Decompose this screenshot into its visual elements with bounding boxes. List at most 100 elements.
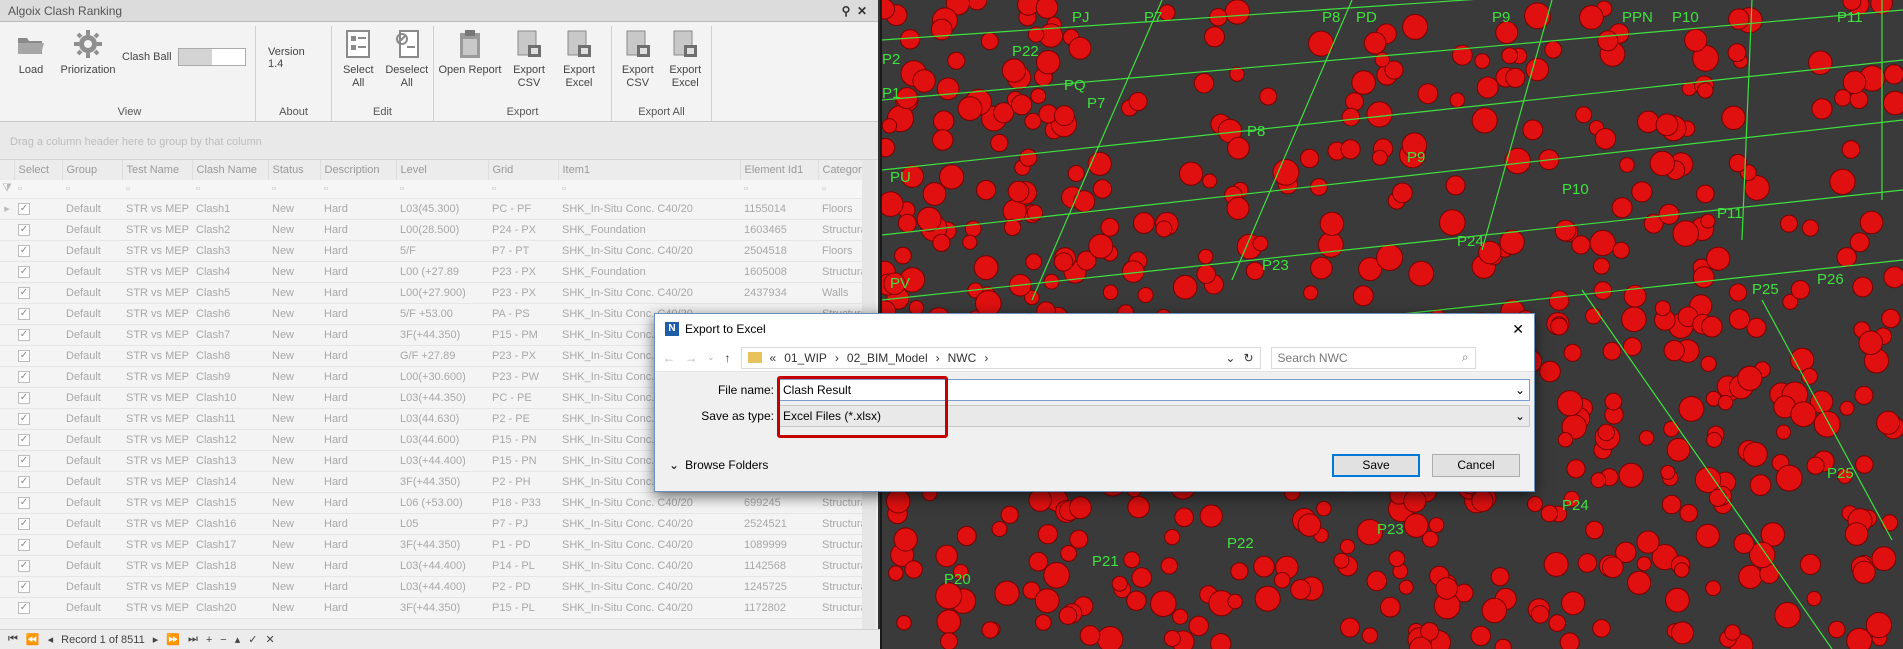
filter-cell[interactable]: ▫	[62, 180, 122, 199]
column-header[interactable]: Description	[320, 160, 397, 180]
select-cell[interactable]: ✓	[14, 282, 62, 304]
row-checkbox[interactable]: ✓	[18, 413, 30, 425]
recent-dropdown-icon[interactable]: ⌄	[707, 352, 715, 363]
select-cell[interactable]: ✓	[14, 261, 62, 283]
group-by-drop-zone[interactable]: Drag a column header here to group by th…	[0, 122, 878, 160]
close-icon[interactable]: ✕	[854, 4, 870, 18]
save-button[interactable]: Save	[1332, 453, 1420, 477]
column-header[interactable]: Element Id1	[740, 160, 819, 180]
chevron-down-icon[interactable]: ⌄	[1515, 383, 1525, 397]
chevron-down-icon[interactable]: ⌄	[1515, 409, 1525, 423]
edit-record-icon[interactable]: ▴	[235, 633, 241, 646]
cancel-button[interactable]: Cancel	[1432, 453, 1520, 477]
prev-page-icon[interactable]: ⏪	[26, 633, 40, 646]
clash-ball-slider[interactable]	[177, 48, 246, 66]
filter-cell[interactable]: ▫	[818, 180, 862, 199]
row-checkbox[interactable]: ✓	[18, 287, 30, 299]
forward-arrow-icon[interactable]: →	[685, 351, 697, 365]
select-cell[interactable]: ✓	[14, 555, 62, 577]
row-checkbox[interactable]: ✓	[18, 539, 30, 551]
row-checkbox[interactable]: ✓	[18, 245, 30, 257]
row-checkbox[interactable]: ✓	[18, 518, 30, 530]
row-checkbox[interactable]: ✓	[18, 602, 30, 614]
chevron-down-icon[interactable]: ⌄	[1225, 351, 1235, 365]
export-all-excel-button[interactable]: Export Excel	[664, 26, 708, 90]
table-row[interactable]: ✓ Default STR vs MEP Clash5 New Hard L00(+27.9…	[0, 282, 862, 304]
browse-folders-toggle[interactable]: ⌄ Browse Folders	[669, 458, 1320, 472]
column-header[interactable]: Grid	[488, 160, 559, 180]
refresh-icon[interactable]: ↻	[1243, 351, 1253, 365]
select-cell[interactable]: ✓	[14, 324, 62, 346]
column-header[interactable]: Level	[396, 160, 489, 180]
row-checkbox[interactable]: ✓	[18, 308, 30, 320]
row-checkbox[interactable]: ✓	[18, 371, 30, 383]
select-cell[interactable]: ✓	[14, 534, 62, 556]
select-cell[interactable]: ✓	[14, 471, 62, 493]
filter-cell[interactable]: ▫	[192, 180, 268, 199]
row-checkbox[interactable]: ✓	[18, 350, 30, 362]
file-name-field[interactable]: Clash Result ⌄	[778, 379, 1530, 401]
table-row[interactable]: ✓ Default STR vs MEP Clash20 New Hard 3F(+44.3…	[0, 597, 862, 619]
select-all-button[interactable]: Select All	[336, 26, 381, 90]
select-cell[interactable]: ✓	[14, 240, 62, 262]
table-row[interactable]: ✓ Default STR vs MEP Clash16 New Hard L05 P7 - …	[0, 513, 862, 535]
row-checkbox[interactable]: ✓	[18, 203, 30, 215]
filter-cell[interactable]: ▫	[14, 180, 62, 199]
up-arrow-icon[interactable]: ↑	[725, 351, 731, 365]
column-header[interactable]: Category	[818, 160, 863, 180]
column-header[interactable]: Select	[14, 160, 63, 180]
select-cell[interactable]: ✓	[14, 450, 62, 472]
select-cell[interactable]: ✓	[14, 408, 62, 430]
breadcrumb-item[interactable]: NWC	[948, 351, 977, 365]
filter-cell[interactable]: ▫	[558, 180, 740, 199]
open-report-button[interactable]: Open Report	[438, 26, 502, 77]
pin-icon[interactable]: ⚲	[838, 4, 854, 18]
row-checkbox[interactable]: ✓	[18, 497, 30, 509]
export-all-csv-button[interactable]: Export CSV	[616, 26, 660, 90]
export-csv-button[interactable]: Export CSV	[506, 26, 552, 90]
table-row[interactable]: ✓ Default STR vs MEP Clash4 New Hard L00 (+27.…	[0, 261, 862, 283]
select-cell[interactable]: ✓	[14, 366, 62, 388]
add-record-icon[interactable]: +	[206, 634, 212, 646]
table-row[interactable]: ✓ Default STR vs MEP Clash3 New Hard 5/F P7 - P…	[0, 240, 862, 262]
select-cell[interactable]: ✓	[14, 198, 62, 220]
table-row[interactable]: ▸ ✓ Default STR vs MEP Clash1 New Hard L03(45.3…	[0, 198, 862, 220]
filter-cell[interactable]: ▫	[740, 180, 818, 199]
select-cell[interactable]: ✓	[14, 303, 62, 325]
row-checkbox[interactable]: ✓	[18, 266, 30, 278]
select-cell[interactable]: ✓	[14, 576, 62, 598]
breadcrumb-item[interactable]: 01_WIP	[784, 351, 827, 365]
breadcrumb-overflow[interactable]: «	[770, 351, 777, 365]
filter-cell[interactable]: ▫	[320, 180, 396, 199]
deselect-all-button[interactable]: Deselect All	[385, 26, 430, 90]
column-header[interactable]: Status	[268, 160, 321, 180]
table-row[interactable]: ✓ Default STR vs MEP Clash15 New Hard L06 (+53…	[0, 492, 862, 514]
apply-edit-icon[interactable]: ✓	[248, 633, 257, 646]
select-cell[interactable]: ✓	[14, 597, 62, 619]
select-cell[interactable]: ✓	[14, 387, 62, 409]
select-cell[interactable]: ✓	[14, 429, 62, 451]
filter-cell[interactable]: ▫	[396, 180, 488, 199]
address-bar[interactable]: « 01_WIP › 02_BIM_Model › NWC › ⌄ ↻	[740, 346, 1261, 369]
table-row[interactable]: ✓ Default STR vs MEP Clash17 New Hard 3F(+44.3…	[0, 534, 862, 556]
filter-cell[interactable]: ▫	[488, 180, 558, 199]
save-as-type-select[interactable]: Excel Files (*.xlsx) ⌄	[778, 405, 1530, 427]
priorization-button[interactable]: Priorization	[58, 26, 118, 77]
first-record-icon[interactable]: ⏮	[8, 633, 18, 646]
table-row[interactable]: ✓ Default STR vs MEP Clash2 New Hard L00(28.50…	[0, 219, 862, 241]
cancel-edit-icon[interactable]: ✕	[265, 633, 274, 646]
column-header[interactable]: Item1	[558, 160, 741, 180]
last-record-icon[interactable]: ⏭	[188, 633, 198, 646]
next-record-icon[interactable]: ▸	[153, 633, 159, 646]
dialog-close-icon[interactable]: ✕	[1512, 321, 1524, 338]
filter-cell[interactable]: ▫	[268, 180, 320, 199]
row-checkbox[interactable]: ✓	[18, 455, 30, 467]
filter-cell[interactable]: ▫	[122, 180, 192, 199]
select-cell[interactable]: ✓	[14, 513, 62, 535]
row-checkbox[interactable]: ✓	[18, 581, 30, 593]
prev-record-icon[interactable]: ◂	[48, 633, 54, 646]
select-cell[interactable]: ✓	[14, 219, 62, 241]
back-arrow-icon[interactable]: ←	[663, 351, 675, 365]
row-checkbox[interactable]: ✓	[18, 329, 30, 341]
column-header[interactable]: Clash Name	[192, 160, 269, 180]
